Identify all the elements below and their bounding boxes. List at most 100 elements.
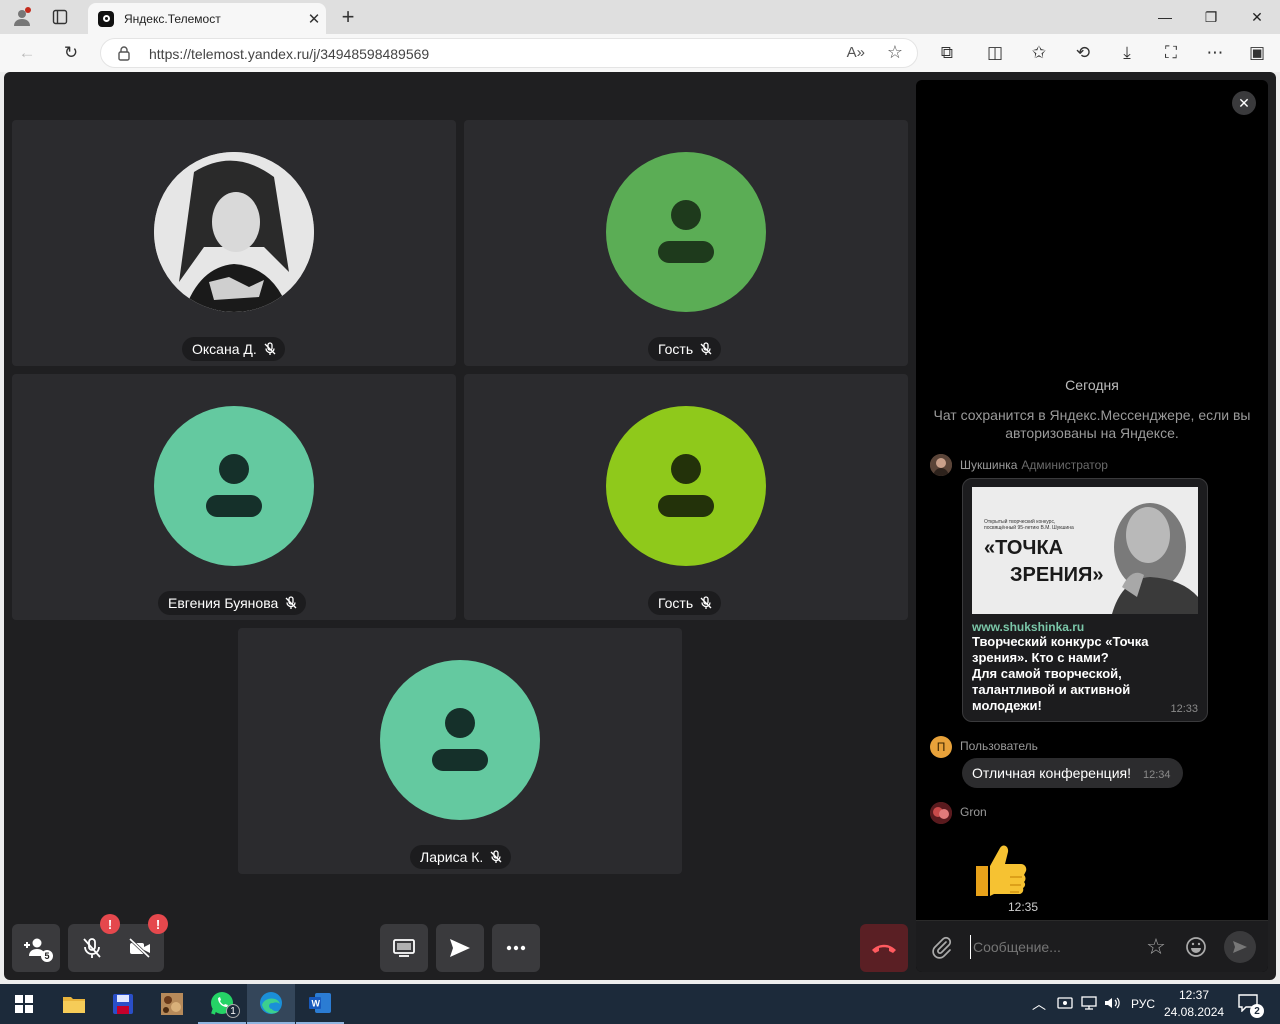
- profile-icon[interactable]: [10, 5, 34, 29]
- send-link-button[interactable]: [436, 924, 484, 972]
- send-arrow-icon: [1233, 941, 1247, 953]
- word-icon[interactable]: W: [296, 984, 344, 1024]
- close-window-button[interactable]: ✕: [1234, 0, 1280, 34]
- more-dots-icon: [506, 945, 526, 951]
- user-silhouette-icon: [206, 454, 262, 517]
- mic-muted-icon: [264, 342, 276, 355]
- tab-telemost[interactable]: Яндекс.Телемост ✕: [88, 3, 326, 34]
- more-options-button[interactable]: [492, 924, 540, 972]
- tab-actions-icon[interactable]: [48, 5, 72, 29]
- mic-muted-icon: [700, 342, 712, 355]
- preview-title: Творческий конкурс «Точка зрения». Кто с…: [972, 634, 1149, 665]
- participant-tile[interactable]: Евгения Буянова: [12, 374, 456, 620]
- user-silhouette-icon: [658, 200, 714, 263]
- screen-share-button[interactable]: [380, 924, 428, 972]
- start-button[interactable]: [0, 984, 48, 1024]
- text-message[interactable]: Отличная конференция! 12:34: [962, 758, 1183, 788]
- chat-notice: Чат сохранится в Яндекс.Мессенджере, есл…: [933, 407, 1251, 441]
- sticker-star-icon[interactable]: ☆: [1144, 935, 1168, 959]
- show-hidden-icons[interactable]: ︿: [1032, 994, 1046, 1014]
- send-message-button[interactable]: [1224, 931, 1256, 963]
- notifications-icon[interactable]: 2: [1238, 994, 1264, 1018]
- message-input[interactable]: [970, 935, 1134, 959]
- link-preview-message[interactable]: Открытый творческий конкурс, посвящённый…: [962, 478, 1208, 722]
- camera-alert-badge: !: [148, 914, 168, 934]
- message-text: Отличная конференция!: [972, 765, 1131, 781]
- screenshot-icon[interactable]: ⛶: [1158, 41, 1184, 65]
- message-sender: Gron: [960, 805, 987, 819]
- language-indicator[interactable]: РУС: [1131, 997, 1155, 1011]
- edge-browser-icon[interactable]: [247, 984, 295, 1024]
- save-app-icon[interactable]: [99, 984, 147, 1024]
- clock[interactable]: 12:37 24.08.2024: [1164, 987, 1224, 1021]
- participant-tile[interactable]: Гость: [464, 120, 908, 366]
- file-explorer-icon[interactable]: [50, 984, 98, 1024]
- favorite-star-icon[interactable]: ☆: [887, 42, 903, 63]
- restore-button[interactable]: ❐: [1188, 0, 1234, 34]
- favorites-icon[interactable]: ✩: [1026, 41, 1052, 65]
- emoji-icon[interactable]: [1184, 935, 1208, 959]
- telemost-app: Оксана Д. Гость Евгения Буянова Гость Ла…: [4, 72, 1276, 980]
- participant-tile[interactable]: Лариса К.: [238, 628, 682, 874]
- mic-off-icon: [83, 938, 101, 958]
- address-bar[interactable]: https://telemost.yandex.ru/j/34948598489…: [100, 38, 918, 68]
- microphone-toggle-button[interactable]: !: [68, 914, 120, 972]
- volume-icon[interactable]: [1103, 994, 1121, 1017]
- read-aloud-icon[interactable]: A»: [847, 44, 865, 61]
- preview-small-text: Открытый творческий конкурс, посвящённый…: [984, 519, 1074, 531]
- sidebar-toggle-icon[interactable]: ▣: [1244, 41, 1270, 65]
- message-time: 12:34: [1142, 769, 1171, 781]
- default-avatar: [154, 406, 314, 566]
- history-icon[interactable]: ⟲: [1070, 41, 1096, 65]
- participant-name-tag: Оксана Д.: [182, 337, 285, 361]
- back-icon[interactable]: ←: [14, 41, 40, 65]
- participant-tile[interactable]: Оксана Д.: [12, 120, 456, 366]
- chat-date-label: Сегодня: [1065, 377, 1119, 393]
- new-tab-icon[interactable]: +: [336, 4, 360, 29]
- mic-camera-group: ! !: [68, 914, 168, 972]
- camera-toggle-button[interactable]: !: [116, 914, 168, 972]
- avatar[interactable]: [930, 454, 952, 476]
- svg-text:W: W: [312, 999, 321, 1009]
- message-time: 12:33: [1170, 703, 1198, 715]
- device-icon[interactable]: [1056, 994, 1074, 1017]
- more-menu-icon[interactable]: ⋯: [1202, 41, 1228, 65]
- avatar[interactable]: П: [930, 736, 952, 758]
- chat-close-button[interactable]: ✕: [1232, 91, 1256, 115]
- message-sender: Пользователь: [960, 739, 1038, 753]
- participant-name: Евгения Буянова: [168, 595, 279, 611]
- refresh-icon[interactable]: ↻: [58, 41, 84, 65]
- participants-count: 5: [41, 950, 53, 962]
- default-avatar: [606, 152, 766, 312]
- clock-date: 24.08.2024: [1164, 1005, 1225, 1019]
- message-time: 12:35: [1008, 900, 1039, 914]
- downloads-icon[interactable]: ⤓: [1114, 41, 1140, 65]
- link-preview-image: Открытый творческий конкурс, посвящённый…: [972, 487, 1198, 614]
- whatsapp-icon[interactable]: 1: [198, 984, 246, 1024]
- end-call-button[interactable]: [860, 924, 908, 972]
- tab-close-icon[interactable]: ✕: [302, 10, 326, 28]
- message-sender: Шукшинка Администратор: [960, 458, 1108, 472]
- network-icon[interactable]: [1080, 994, 1098, 1017]
- avatar[interactable]: [930, 802, 952, 824]
- sticker-message[interactable]: 12:35: [966, 830, 1039, 914]
- participants-button[interactable]: 5: [12, 924, 60, 972]
- browser-toolbar: ← ↻ https://telemost.yandex.ru/j/3494859…: [0, 34, 1280, 72]
- send-icon: [450, 939, 470, 957]
- participant-tile[interactable]: Гость: [464, 374, 908, 620]
- minimize-button[interactable]: —: [1142, 0, 1188, 34]
- image-app-icon[interactable]: [148, 984, 196, 1024]
- sender-role: Администратор: [1021, 458, 1108, 472]
- user-silhouette-icon: [432, 708, 488, 771]
- default-avatar: [606, 406, 766, 566]
- hang-up-icon: [872, 944, 896, 953]
- preview-site-link[interactable]: www.shukshinka.ru: [972, 620, 1084, 634]
- screen-share-icon: [393, 939, 415, 957]
- extensions-icon[interactable]: ⧉: [934, 41, 960, 65]
- participant-photo: [154, 152, 314, 312]
- thumbs-up-icon: [976, 845, 1027, 896]
- split-screen-icon[interactable]: ◫: [982, 41, 1008, 65]
- preview-title-line2: ЗРЕНИЯ»: [1010, 564, 1104, 586]
- attach-icon[interactable]: [930, 935, 954, 959]
- camera-off-icon: [128, 938, 151, 958]
